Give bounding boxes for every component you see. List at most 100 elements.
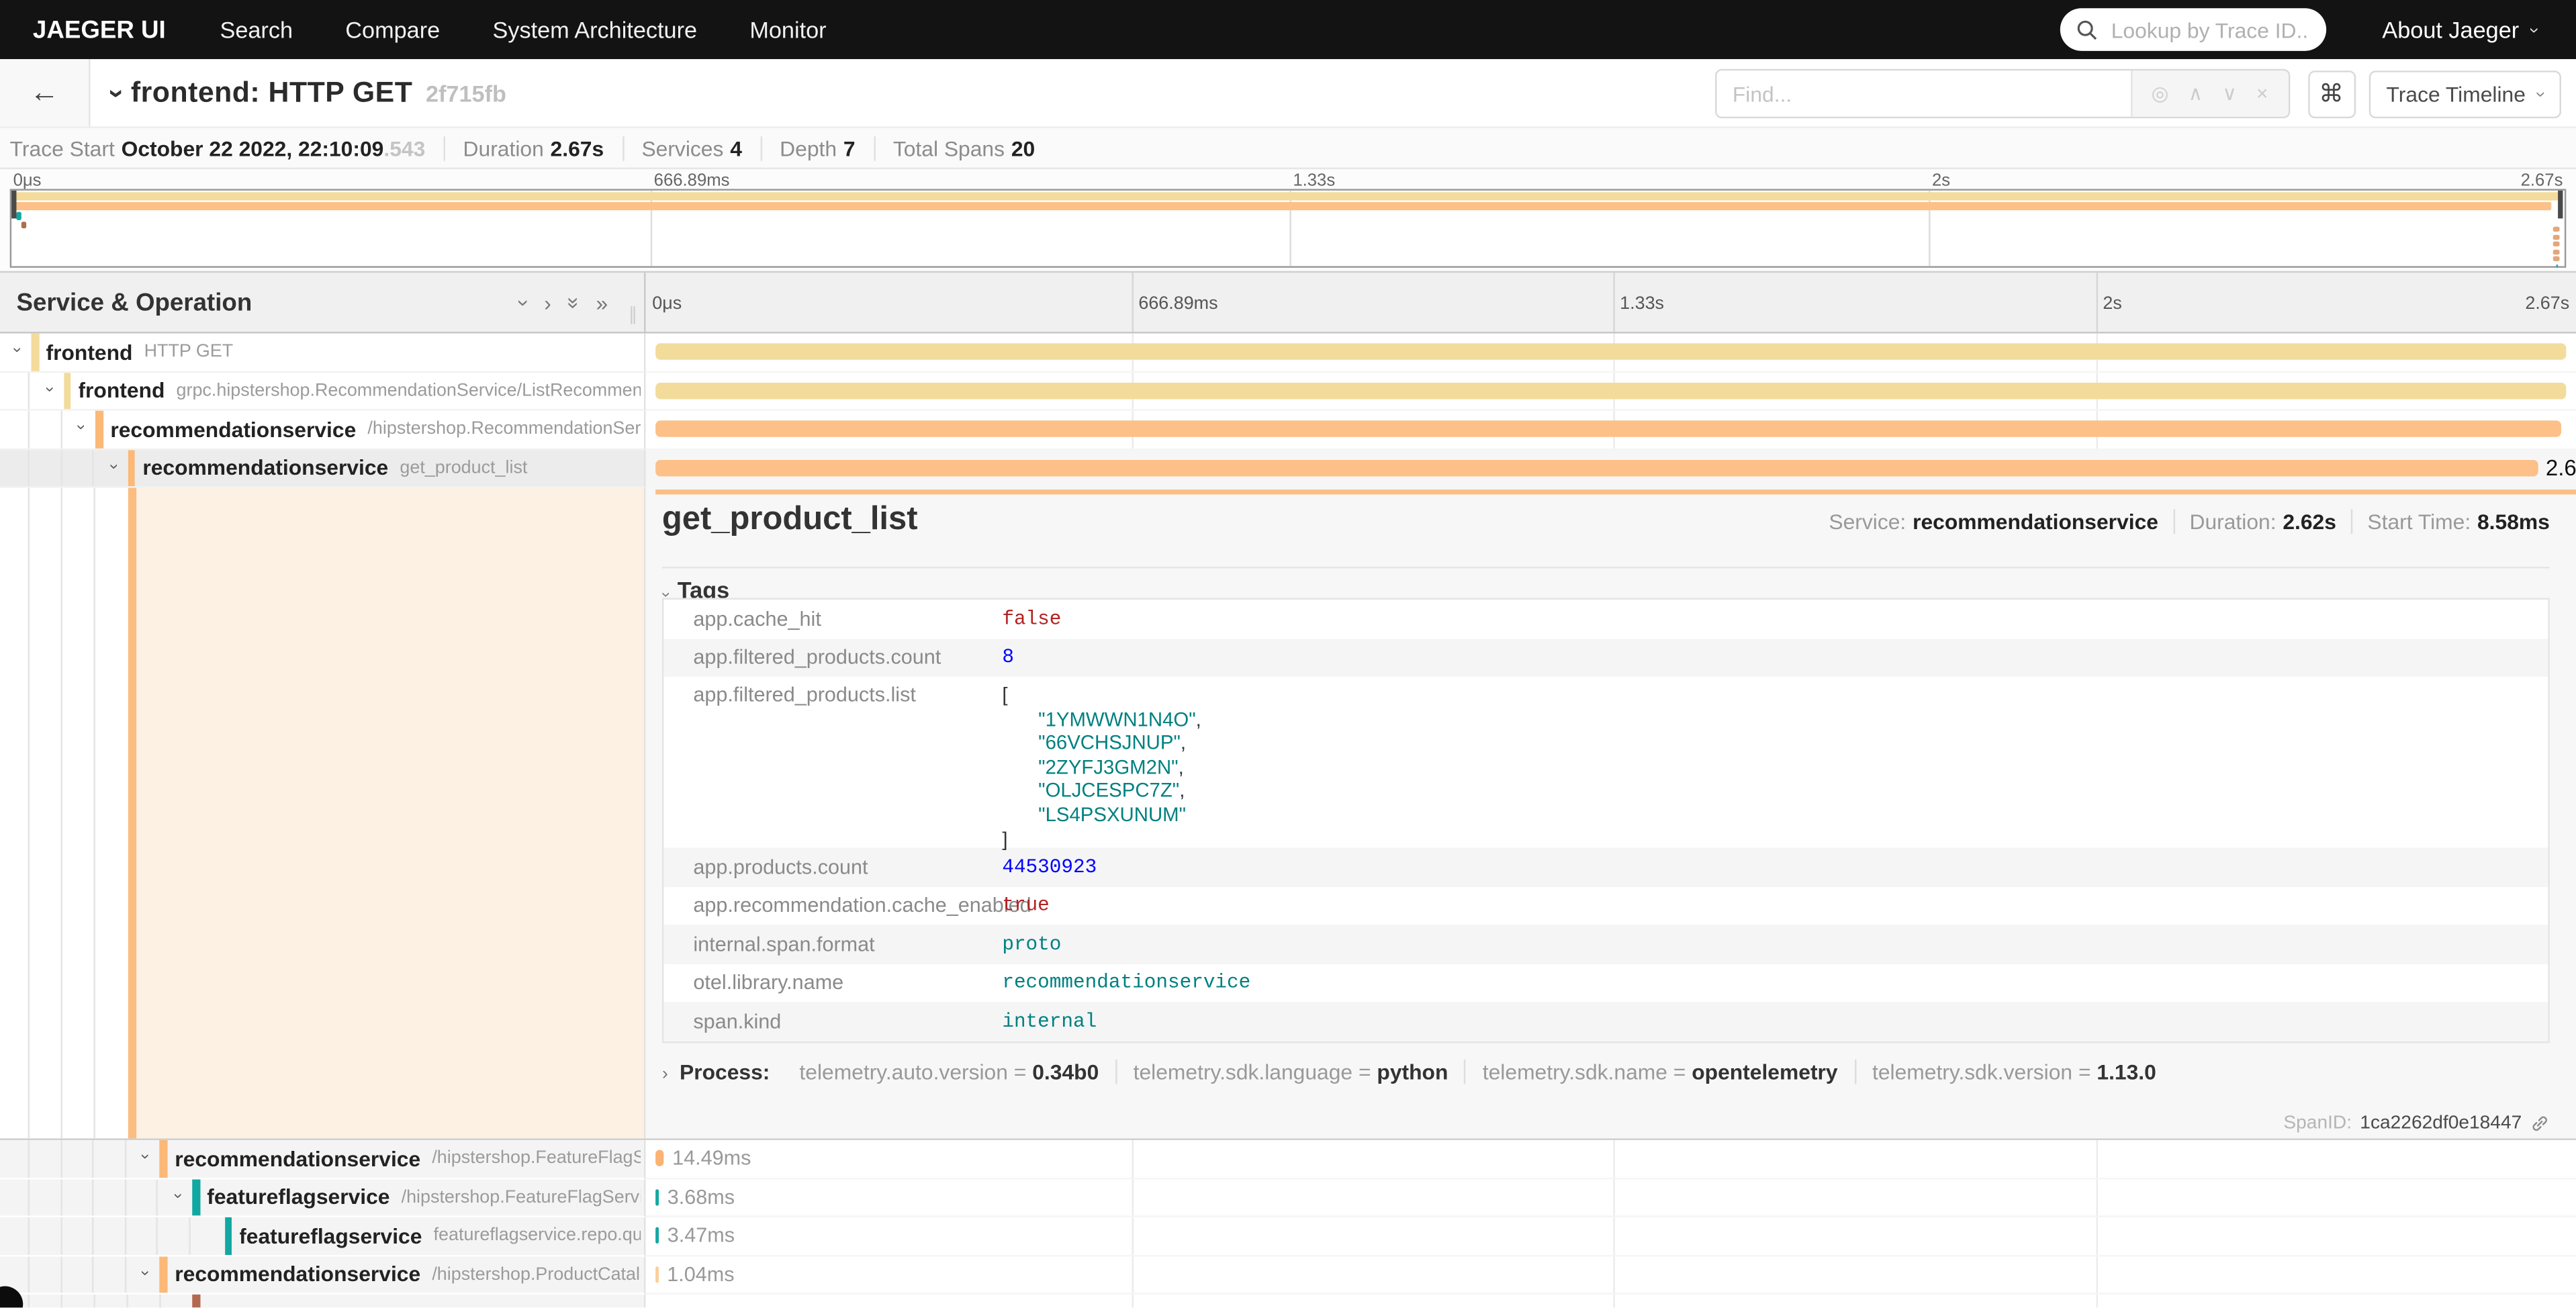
expand-all-icon[interactable]: » [596,291,608,313]
chevron-down-icon[interactable]: › [7,348,24,353]
tag-key: internal.span.format [663,925,997,963]
clear-find-icon[interactable]: × [2256,82,2268,105]
chevron-down-icon[interactable]: › [104,463,120,469]
chevron-down-icon[interactable]: › [40,386,56,391]
span-meta-item: Duration:2.62s [2173,509,2351,534]
span-row[interactable]: › recommendationservice/hipstershop.Recom… [0,411,2576,449]
trace-collapse-chevron-icon[interactable]: › [100,88,133,97]
nav-brand[interactable]: JAEGER UI [33,15,166,44]
view-range-end-handle[interactable] [2558,191,2563,219]
trace-title-bar: ← › frontend: HTTP GET 2f715fb ◎ ∧ ∨ × ⌘… [0,59,2576,128]
timeline-tick-label: 0μs [652,294,682,314]
indent-guide [159,1295,160,1308]
span-row[interactable]: ›recommendationserviceget_product_list2.… [0,449,2576,487]
span-duration-bar[interactable] [655,1189,659,1205]
list-open: [ [1002,684,1201,708]
span-row[interactable]: ›frontendgrpc.hipstershop.Recommendation… [0,372,2576,410]
span-row[interactable]: › recommendationservice/hipstershop.Featu… [0,1140,2576,1178]
keyboard-shortcuts-button[interactable]: ⌘ [2307,70,2355,118]
span-service-name: frontend [46,340,133,365]
span-detail-indent [0,488,645,1139]
span-row[interactable]: featureflagservicefeatureflagservice.rep… [0,1217,2576,1256]
chevron-down-icon[interactable]: › [136,1154,152,1160]
column-resizer[interactable]: ∥ [629,304,637,326]
tag-row: app.recommendation.cache_enabledtrue [663,886,2548,925]
minimap-span-bar [13,192,2561,200]
comma: , [1196,707,1201,730]
nav-item-compare[interactable]: Compare [345,16,440,42]
minimap-span-bar [2552,242,2560,246]
span-duration-bar[interactable] [655,344,2566,360]
indent-guide [61,488,62,1139]
span-name-text: recommendationservice/hipstershop.Recomm… [110,411,641,448]
indent-guide [60,1217,62,1254]
span-duration-label: 14.49ms [672,1147,751,1170]
stat-value: 2.67s [551,136,604,160]
trace-lookup-input[interactable] [2108,15,2310,44]
top-nav: JAEGER UI Search Compare System Architectu… [0,0,2576,59]
collapse-all-icon[interactable]: » [563,296,584,308]
indent-guide [189,1217,190,1254]
chevron-down-icon[interactable]: › [72,425,88,430]
span-row[interactable] [0,1295,2576,1308]
indent-guide [28,1140,30,1177]
nav-item-monitor[interactable]: Monitor [749,16,826,42]
span-duration-label: 3.68ms [668,1186,735,1209]
title-bar-controls: ◎ ∧ ∨ × ⌘ Trace Timeline › [1714,69,2561,118]
span-row[interactable]: ›frontendHTTP GET [0,334,2576,372]
stat-label: Trace Start [10,136,115,160]
timeline-gridline [1132,273,1134,332]
nav-item-search[interactable]: Search [220,16,293,42]
span-row[interactable]: ›recommendationservice/hipstershop.Produ… [0,1256,2576,1294]
process-key: telemetry.auto.version [799,1060,1008,1084]
list-item-string: "66VCHSJNUP" [1038,731,1181,754]
span-duration-bar[interactable] [655,459,2538,475]
next-result-icon[interactable]: ∨ [2222,82,2237,105]
indent-guide [93,1295,95,1308]
expand-one-icon[interactable]: › [544,291,551,313]
span-detail-panel: get_product_list Service:recommendations… [645,488,2576,1139]
nav-item-system-architecture[interactable]: System Architecture [492,16,697,42]
span-name-text: recommendationservice/hipstershop.Featur… [175,1140,641,1177]
span-row[interactable]: ›featureflagservice/hipstershop.FeatureF… [0,1178,2576,1217]
span-timeline-cell: 3.47ms [645,1217,2576,1256]
span-duration-bar[interactable] [655,382,2566,398]
list-item-string: "1YMWWN1N4O" [1038,707,1196,730]
view-range-start-handle[interactable] [11,191,16,219]
collapse-one-icon[interactable]: › [514,299,535,306]
chevron-down-icon[interactable]: › [136,1270,152,1275]
span-duration-bar[interactable] [655,1227,659,1244]
list-item: "OLJCESPC7Z", [1002,780,1201,804]
tag-value: recommendationservice [997,964,2548,1002]
find-input[interactable] [1716,71,2130,117]
span-service-name: recommendationservice [175,1146,420,1171]
process-key: telemetry.sdk.language [1134,1060,1352,1084]
span-duration-bar[interactable] [655,421,2561,437]
span-timeline-cell [645,411,2576,449]
summary-stat: Trace StartOctober 22 2022, 22:10:09.543 [10,136,444,160]
back-button[interactable]: ← [0,59,91,126]
span-duration-bar[interactable] [655,1266,659,1282]
list-item: "1YMWWN1N4O", [1002,707,1201,731]
span-service-name: frontend [78,378,165,403]
locate-icon[interactable]: ◎ [2152,82,2169,105]
indent-guide [61,1295,62,1308]
comma: , [1179,780,1185,802]
chevron-down-icon[interactable]: › [169,1193,185,1198]
minimap-canvas[interactable] [10,189,2567,267]
about-jaeger-menu[interactable]: About Jaeger › [2382,16,2536,42]
span-timeline-cell: 14.49ms [645,1140,2576,1178]
tag-row: otel.library.namerecommendationservice [663,964,2548,1002]
span-duration-bar[interactable] [655,1150,664,1166]
span-detail-row: get_product_list Service:recommendations… [0,488,2576,1140]
meta-label: Service: [1829,509,1906,534]
meta-value: recommendationservice [1913,509,2158,534]
meta-value: 8.58ms [2477,509,2550,534]
span-name-cell: ›frontendHTTP GET [0,334,645,372]
prev-result-icon[interactable]: ∧ [2189,82,2203,105]
process-item: telemetry.sdk.language = python [1115,1060,1465,1084]
process-section-toggle[interactable]: ›Process:telemetry.auto.version = 0.34b0… [662,1060,2172,1084]
trace-view-selector[interactable]: Trace Timeline › [2368,70,2561,118]
copy-link-icon[interactable] [2530,1114,2550,1133]
equals: = [1352,1060,1377,1084]
